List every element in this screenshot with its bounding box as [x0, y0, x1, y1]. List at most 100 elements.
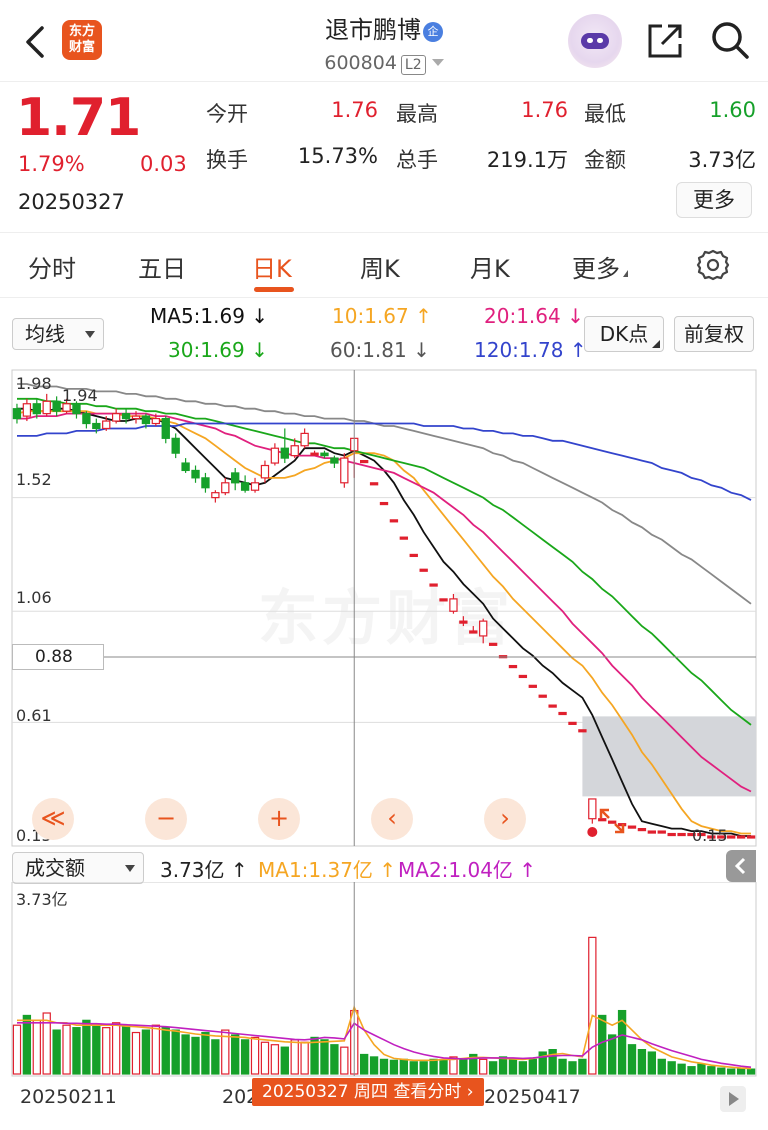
volume-bar — [419, 1061, 428, 1075]
candle — [518, 674, 528, 679]
assistant-avatar[interactable] — [568, 14, 622, 68]
candle-body — [399, 536, 409, 540]
candle-body — [92, 422, 101, 430]
scroll-right-button[interactable] — [720, 1086, 746, 1112]
candle — [528, 684, 537, 688]
candle-body — [111, 413, 121, 422]
candle — [449, 593, 458, 614]
prev-button[interactable]: ‹ — [371, 798, 413, 840]
candle-body — [449, 598, 458, 612]
more-button[interactable]: 更多 — [676, 182, 752, 218]
chevron-left-icon — [734, 857, 746, 875]
volume-chart[interactable] — [0, 882, 768, 1078]
volume-bar — [697, 1063, 706, 1075]
volume-bar — [250, 1036, 260, 1075]
volume-bar — [270, 1044, 280, 1075]
low-label: 最低 — [584, 102, 626, 126]
candle-body — [22, 403, 32, 417]
tab-daily-k[interactable]: 日K — [252, 249, 292, 284]
tab-intraday[interactable]: 分时 — [28, 249, 76, 284]
candle-body — [469, 630, 478, 634]
volume-bar — [260, 1041, 270, 1075]
candle-body — [657, 830, 666, 834]
candle — [746, 835, 756, 839]
zoom-out-button[interactable]: − — [145, 798, 187, 840]
candle — [201, 472, 210, 493]
volume-bar — [12, 1024, 22, 1075]
volume-bar — [191, 1036, 200, 1075]
candle — [250, 477, 260, 493]
volume-bar — [141, 1029, 151, 1075]
candle-body — [171, 437, 180, 454]
active-tab-underline — [254, 287, 294, 292]
last-price: 1.71 — [16, 88, 141, 148]
candle-body — [32, 403, 41, 415]
tab-weekly-k[interactable]: 周K — [360, 249, 400, 284]
indicator-select-label: 均线 — [25, 322, 65, 346]
jump-start-button[interactable]: ≪ — [32, 798, 74, 840]
tab-monthly-k[interactable]: 月K — [470, 249, 510, 284]
crosshair-date-tip[interactable]: 20250327 周四 查看分时 › — [252, 1078, 484, 1106]
volume-bar — [667, 1061, 676, 1075]
candle — [459, 616, 468, 627]
candle-body — [746, 835, 756, 839]
expand-icon[interactable] — [597, 806, 627, 836]
candle-body — [727, 835, 736, 839]
volume-indicator-select[interactable]: 成交额 — [12, 852, 144, 884]
volume-ma1: MA1:1.37亿 ↑ — [258, 858, 397, 882]
volume-bar — [92, 1024, 101, 1075]
candle — [399, 536, 409, 540]
high-value: 1.76 — [521, 98, 568, 122]
candle-body — [558, 711, 567, 716]
next-button[interactable]: › — [484, 798, 526, 840]
adjust-button[interactable]: 前复权 — [674, 316, 754, 352]
zoom-in-button[interactable]: + — [258, 798, 300, 840]
candle-body — [479, 620, 488, 637]
ma10-value: 10:1.67 ↑ — [332, 304, 432, 328]
y-axis-label: 1.52 — [16, 470, 52, 489]
candle — [508, 664, 518, 669]
candle — [548, 704, 557, 708]
candle-body — [52, 400, 61, 412]
candle — [488, 642, 498, 646]
volume-bar — [82, 1019, 91, 1075]
candle-body — [429, 583, 438, 587]
candle-body — [439, 598, 448, 602]
ma30-line — [17, 397, 752, 726]
candle — [369, 482, 379, 486]
candle — [736, 835, 746, 839]
corner-caret-icon — [652, 340, 660, 348]
dk-point-button[interactable]: DK点 — [584, 316, 664, 352]
search-icon[interactable] — [708, 18, 752, 62]
tab-five-day[interactable]: 五日 — [138, 249, 186, 284]
volume-bar — [657, 1058, 666, 1075]
gear-icon[interactable] — [696, 248, 730, 282]
candle-body — [201, 477, 210, 489]
volume-bar — [201, 1031, 210, 1075]
collapse-panel-button[interactable] — [726, 850, 756, 882]
chevron-down-icon — [431, 59, 444, 66]
candle — [231, 467, 240, 491]
volume-bar — [369, 1056, 379, 1075]
volume-bar — [52, 1029, 61, 1075]
tab-more[interactable]: 更多 — [572, 249, 628, 284]
volume-bar — [409, 1061, 418, 1075]
candle-body — [627, 825, 637, 829]
volume-bar — [568, 1061, 577, 1075]
volume-bar — [379, 1058, 389, 1075]
share-icon[interactable] — [644, 20, 686, 62]
candle — [359, 459, 369, 464]
low-annotation: 0.15 — [692, 826, 728, 845]
high-label: 最高 — [396, 102, 438, 126]
candle — [588, 798, 597, 824]
volume-bar — [181, 1034, 190, 1075]
indicator-select[interactable]: 均线 — [12, 318, 104, 350]
volume-bar — [518, 1061, 528, 1075]
volume-bar — [211, 1039, 220, 1075]
ma60-value: 60:1.81 ↓ — [330, 338, 430, 362]
kline-chart[interactable] — [0, 368, 768, 856]
candle — [211, 490, 220, 503]
volume-bar — [479, 1058, 488, 1075]
candle — [270, 443, 280, 466]
volume-bar — [72, 1027, 81, 1075]
